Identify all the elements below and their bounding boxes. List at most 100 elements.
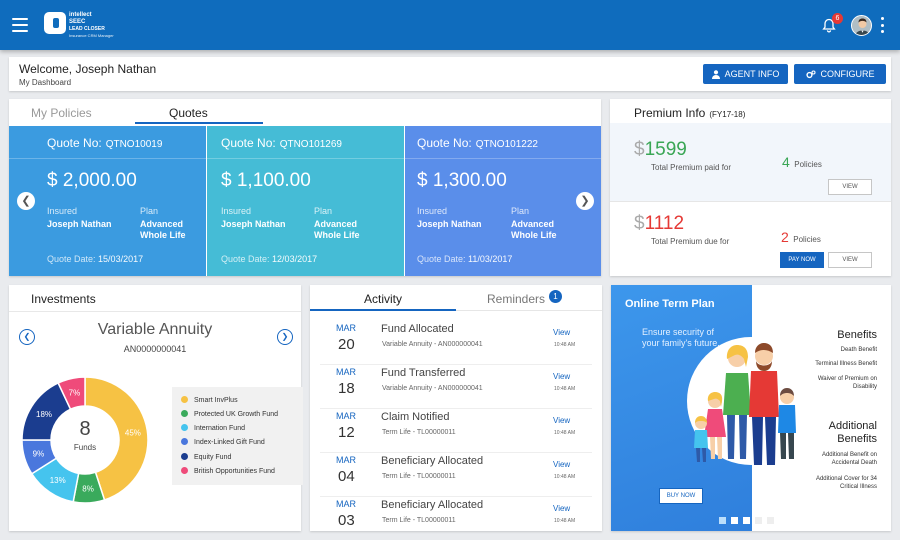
- reminders-badge: 1: [549, 290, 562, 303]
- active-tab-indicator: [135, 122, 263, 124]
- activity-view-link[interactable]: View: [553, 504, 570, 513]
- tab-reminders[interactable]: Reminders: [487, 292, 545, 306]
- activity-item[interactable]: MAR 04 Beneficiary Allocated Term Life -…: [310, 451, 602, 495]
- activity-item[interactable]: MAR 18 Fund Transferred Variable Annuity…: [310, 363, 602, 407]
- carousel-dot[interactable]: [719, 517, 726, 524]
- insured-label: Insured: [47, 206, 78, 216]
- legend-item: British Opportunities Fund: [181, 467, 275, 475]
- legend-label: Equity Fund: [194, 454, 232, 461]
- tab-activity[interactable]: Activity: [364, 292, 402, 306]
- menu-icon[interactable]: [12, 18, 28, 32]
- donut-slice-label: 8%: [82, 484, 94, 493]
- activity-month: MAR: [336, 499, 356, 509]
- user-avatar[interactable]: [851, 15, 872, 36]
- activity-month: MAR: [336, 455, 356, 465]
- welcome-subtitle: My Dashboard: [19, 78, 72, 87]
- quote-card[interactable]: Quote No: QTNO10019 $ 2,000.00 Insured Jo…: [9, 126, 206, 276]
- activity-title: Claim Notified: [381, 411, 450, 423]
- activity-item[interactable]: MAR 20 Fund Allocated Variable Annuity -…: [310, 319, 602, 363]
- activity-view-link[interactable]: View: [553, 372, 570, 381]
- investments-title: Investments: [31, 292, 96, 306]
- premium-paid-amount: 1599: [644, 139, 687, 160]
- top-app-bar: intellect SEEC LEAD CLOSER Insurance CRM…: [0, 0, 900, 50]
- welcome-title: Welcome, Joseph Nathan: [19, 62, 157, 76]
- divider: [456, 310, 602, 311]
- activity-view-link[interactable]: View: [553, 460, 570, 469]
- activity-card: Activity Reminders 1 MAR 20 Fund Allocat…: [310, 285, 602, 531]
- activity-view-link[interactable]: View: [553, 416, 570, 425]
- activity-title: Beneficiary Allocated: [381, 455, 484, 467]
- activity-time: 10:48 AM: [554, 474, 576, 480]
- quote-number: QTNO101222: [475, 139, 538, 150]
- legend-item: Index-Linked Gift Fund: [181, 438, 265, 446]
- legend-swatch: [181, 453, 188, 460]
- carousel-dot[interactable]: [755, 517, 762, 524]
- brand-line-2: SEEC: [69, 19, 86, 25]
- agent-info-label: AGENT INFO: [724, 69, 780, 79]
- premium-info-card: Premium Info (FY17-18) $1599 Total Premiu…: [610, 99, 891, 276]
- buy-now-button[interactable]: BUY NOW: [659, 488, 703, 504]
- quote-card[interactable]: Quote No: QTNO101269 $ 1,100.00 Insured J…: [207, 126, 404, 276]
- agent-info-button[interactable]: AGENT INFO: [703, 64, 788, 84]
- activity-item[interactable]: MAR 12 Claim Notified Term Life - TL0000…: [310, 407, 602, 451]
- carousel-prev-button[interactable]: ❮: [17, 192, 35, 210]
- plan-name-line1: Advanced: [140, 219, 184, 229]
- notification-badge: 6: [832, 13, 843, 24]
- benefit-item: Waiver of Premium on Disability: [817, 376, 877, 390]
- quote-date-label: Quote Date:: [417, 254, 466, 264]
- quote-date: 11/03/2017: [468, 254, 513, 264]
- legend-label: Smart InvPlus: [194, 397, 238, 404]
- activity-day: 18: [338, 380, 355, 397]
- plan-name-line2: Whole Life: [140, 230, 186, 240]
- carousel-next-button[interactable]: ❯: [576, 192, 594, 210]
- premium-paid-label: Total Premium paid for: [651, 163, 732, 172]
- legend-item: Smart InvPlus: [181, 396, 238, 404]
- premium-due-section: $1112 Total Premium due for 2 Policies P…: [610, 201, 891, 276]
- legend-item: Internation Fund: [181, 424, 245, 432]
- due-policies-label: Policies: [793, 235, 821, 244]
- carousel-dot[interactable]: [743, 517, 750, 524]
- legend-swatch: [181, 410, 188, 417]
- activity-view-link[interactable]: View: [553, 328, 570, 337]
- activity-item[interactable]: MAR 03 Beneficiary Allocated Term Life -…: [310, 495, 602, 531]
- quote-number-label: Quote No:: [417, 136, 472, 150]
- product-name: Variable Annuity: [97, 321, 213, 338]
- insured-label: Insured: [221, 206, 252, 216]
- carousel-dot[interactable]: [767, 517, 774, 524]
- carousel-dot[interactable]: [731, 517, 738, 524]
- configure-button[interactable]: CONFIGURE: [794, 64, 886, 84]
- activity-time: 10:48 AM: [554, 342, 576, 348]
- brand-text: intellect SEEC LEAD CLOSER Insurance CRM…: [69, 12, 114, 38]
- more-options-icon[interactable]: [880, 17, 884, 33]
- pay-now-button[interactable]: PAY NOW: [780, 252, 824, 268]
- quote-amount: $ 1,100.00: [221, 170, 311, 191]
- quote-amount: $ 1,300.00: [417, 170, 507, 191]
- tab-my-policies[interactable]: My Policies: [31, 106, 92, 120]
- promo-title: Online Term Plan: [625, 298, 715, 310]
- donut-slice-label: 7%: [69, 389, 81, 398]
- donut-slice-label: 45%: [125, 428, 141, 437]
- insured-name: Joseph Nathan: [221, 219, 286, 229]
- donut-slice-label: 18%: [36, 410, 52, 419]
- app-logo[interactable]: [44, 12, 66, 34]
- activity-day: 04: [338, 468, 355, 485]
- due-policies-count: 2: [781, 229, 789, 245]
- prev-investment-button[interactable]: ❮: [19, 329, 35, 345]
- premium-fy: (FY17-18): [709, 110, 746, 119]
- activity-time: 10:48 AM: [554, 430, 576, 436]
- quote-card[interactable]: Quote No: QTNO101222 $ 1,300.00 Insured J…: [405, 126, 601, 276]
- quote-number-label: Quote No:: [47, 136, 102, 150]
- funds-legend: Smart InvPlus Protected UK Growth Fund I…: [172, 387, 303, 485]
- view-paid-button[interactable]: VIEW: [828, 179, 872, 195]
- next-investment-button[interactable]: ❯: [277, 329, 293, 345]
- plan-label: Plan: [314, 206, 333, 216]
- brand-line-3: LEAD CLOSER: [69, 26, 105, 32]
- plan-label: Plan: [140, 206, 159, 216]
- plan-name-line2: Whole Life: [314, 230, 360, 240]
- legend-label: Internation Fund: [194, 425, 245, 432]
- online-term-plan-banner: Online Term Plan Ensure security of your…: [611, 285, 891, 531]
- view-due-button[interactable]: VIEW: [828, 252, 872, 268]
- policies-quotes-card: My Policies Quotes Quote No: QTNO10019 $ …: [9, 99, 601, 276]
- tab-quotes[interactable]: Quotes: [169, 106, 208, 120]
- family-illustration: [687, 337, 815, 465]
